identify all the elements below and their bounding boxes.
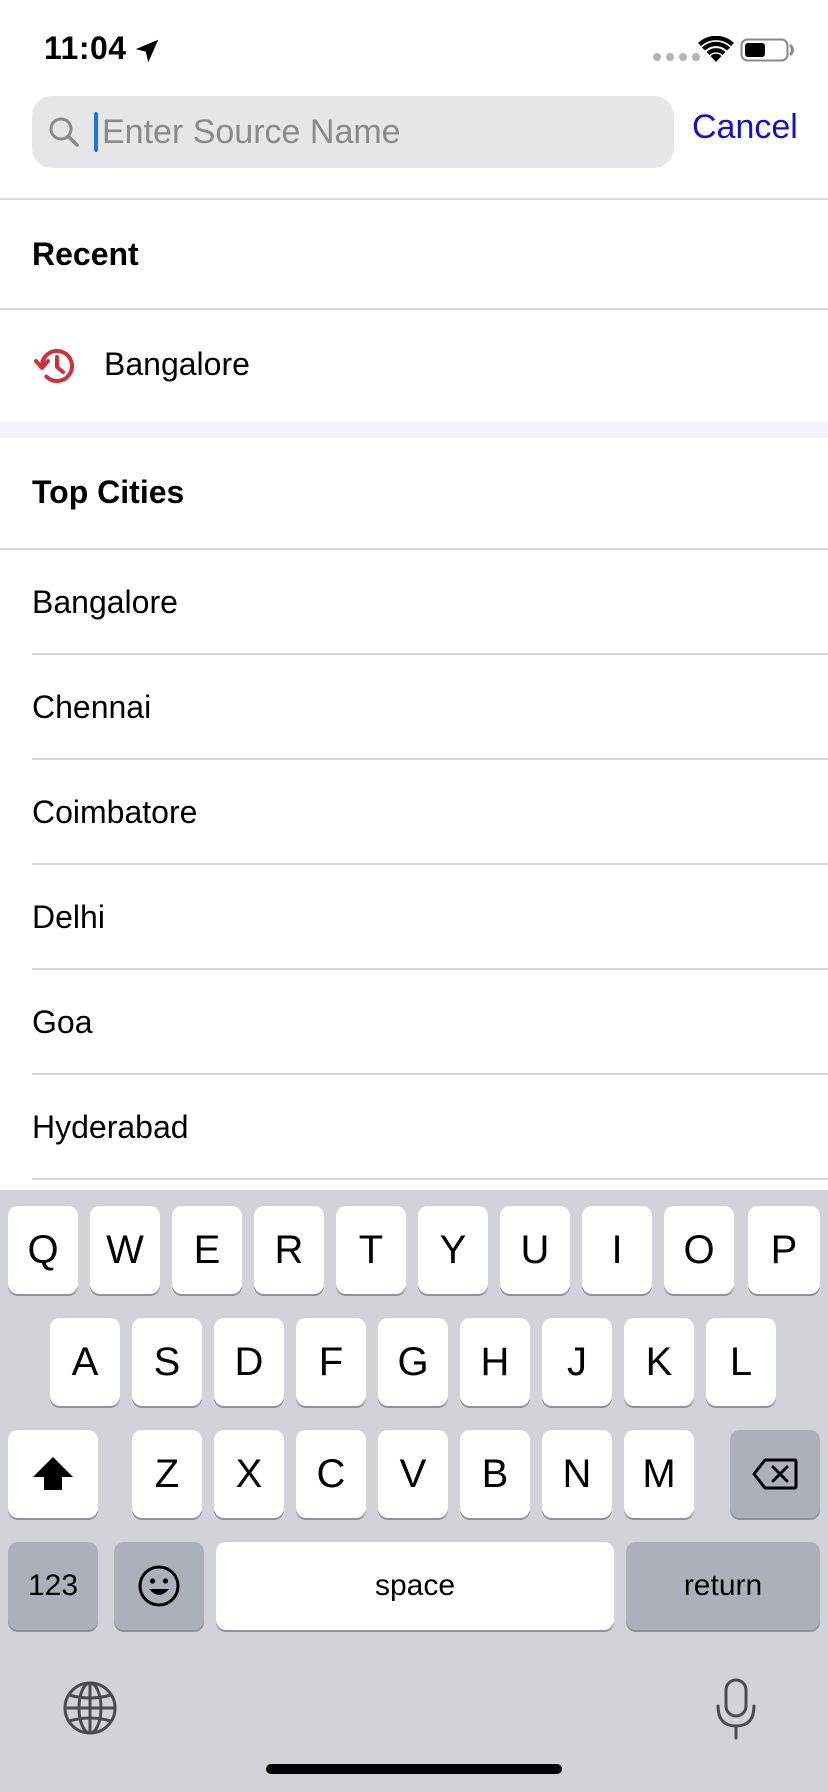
emoji-key[interactable] [114,1542,204,1630]
key-u[interactable]: U [500,1206,570,1294]
city-item-chennai[interactable]: Chennai [0,655,828,759]
emoji-icon [138,1565,180,1607]
city-label: Delhi [32,899,105,935]
key-c[interactable]: C [296,1430,366,1518]
key-p[interactable]: P [748,1206,820,1294]
key-l[interactable]: L [706,1318,776,1406]
key-f[interactable]: F [296,1318,366,1406]
space-key[interactable]: space [216,1542,614,1630]
city-item-hyderabad[interactable]: Hyderabad [0,1075,828,1179]
key-x[interactable]: X [214,1430,284,1518]
key-j[interactable]: J [542,1318,612,1406]
home-indicator [266,1764,562,1774]
search-icon [49,117,79,147]
top-cities-header: Top Cities [32,474,185,510]
key-d[interactable]: D [214,1318,284,1406]
return-key[interactable]: return [626,1542,820,1630]
key-t[interactable]: T [336,1206,406,1294]
key-m[interactable]: M [624,1430,694,1518]
key-y[interactable]: Y [418,1206,488,1294]
status-time: 11:04 [44,30,127,66]
city-label: Hyderabad [32,1109,189,1145]
city-item-bangalore[interactable]: Bangalore [0,550,828,654]
wifi-icon [698,36,734,62]
recent-item-label: Bangalore [104,346,250,382]
section-separator [0,422,828,438]
recent-header: Recent [32,236,139,272]
keyboard: Q W E R T Y U I O P A S D F G H J K L Z … [0,1190,828,1792]
city-label: Coimbatore [32,794,198,830]
key-s[interactable]: S [132,1318,202,1406]
city-item-coimbatore[interactable]: Coimbatore [0,760,828,864]
key-a[interactable]: A [50,1318,120,1406]
key-r[interactable]: R [254,1206,324,1294]
shift-key[interactable] [8,1430,98,1518]
key-v[interactable]: V [378,1430,448,1518]
recent-item[interactable]: Bangalore [0,312,828,420]
search-input[interactable] [94,96,654,168]
key-g[interactable]: G [378,1318,448,1406]
numbers-key[interactable]: 123 [8,1542,98,1630]
key-e[interactable]: E [172,1206,242,1294]
city-label: Goa [32,1004,93,1040]
microphone-icon[interactable] [714,1678,758,1740]
key-z[interactable]: Z [132,1430,202,1518]
key-n[interactable]: N [542,1430,612,1518]
city-item-goa[interactable]: Goa [0,970,828,1074]
key-b[interactable]: B [460,1430,530,1518]
backspace-icon [752,1458,798,1490]
search-field[interactable] [32,96,674,168]
key-h[interactable]: H [460,1318,530,1406]
screen: 11:04 Enter Source Name Cancel Recent Ba… [0,0,828,1792]
divider [0,308,828,310]
city-label: Bangalore [32,584,178,620]
header-divider [0,198,828,200]
cellular-signal-icon [653,53,700,61]
city-label: Chennai [32,689,152,725]
status-bar: 11:04 [0,0,828,96]
key-q[interactable]: Q [8,1206,78,1294]
key-o[interactable]: O [664,1206,734,1294]
key-w[interactable]: W [90,1206,160,1294]
city-item-delhi[interactable]: Delhi [0,865,828,969]
battery-icon [740,38,794,62]
globe-icon[interactable] [62,1680,118,1736]
key-i[interactable]: I [582,1206,652,1294]
key-k[interactable]: K [624,1318,694,1406]
backspace-key[interactable] [730,1430,820,1518]
history-icon [34,349,74,383]
shift-icon [33,1457,73,1490]
cancel-button[interactable]: Cancel [692,108,798,147]
divider [32,1178,828,1180]
search-row: Cancel [0,96,828,198]
location-arrow-icon [135,39,159,63]
